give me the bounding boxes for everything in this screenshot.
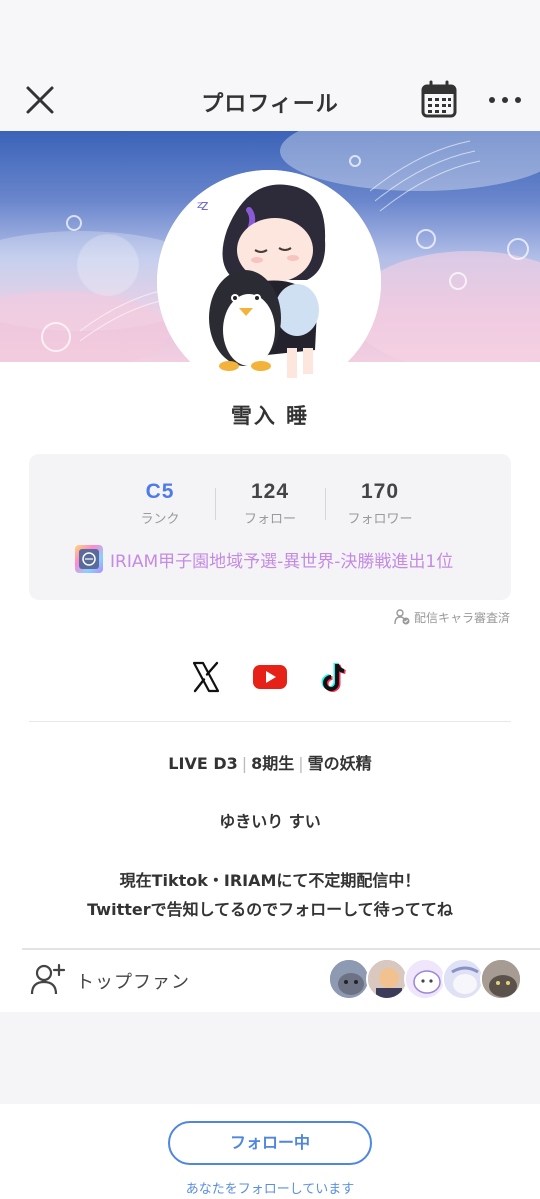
followers-label: フォロワー	[347, 512, 413, 527]
award-text: IRIAM甲子園地域予選-異世界-決勝戦進出1位	[110, 551, 454, 572]
youtube-icon[interactable]	[248, 655, 292, 699]
bio-tag: 8期生	[251, 754, 295, 773]
avatar[interactable]: ᶻ z	[157, 170, 381, 394]
calendar-icon[interactable]	[420, 80, 458, 120]
top-fans-row[interactable]: トップファン	[0, 950, 540, 1012]
profile-name: 雪入 睡	[230, 404, 310, 428]
rank-value: C5	[145, 480, 175, 503]
social-links	[0, 655, 540, 699]
add-user-icon	[30, 963, 66, 995]
fan-avatar[interactable]	[480, 958, 522, 1000]
svg-text:z: z	[201, 198, 208, 214]
section-divider	[29, 721, 511, 722]
verified-text: 配信キャラ審査済	[413, 610, 510, 625]
tag-separator: |	[298, 754, 304, 773]
rank-label: ランク	[140, 512, 180, 527]
bio-line: ゆきいり すい	[219, 812, 321, 831]
top-bar: プロフィール	[0, 0, 540, 131]
bio-line: Twitterで告知してるのでフォローして待っててね	[87, 900, 453, 919]
x-icon[interactable]	[184, 655, 228, 699]
bio-tags: LIVE D3 | 8期生 | 雪の妖精	[0, 750, 540, 774]
top-fans-label: トップファン	[76, 972, 190, 993]
bottom-bar: フォロー中 あなたをフォローしています	[0, 1104, 540, 1199]
award-badge-icon	[75, 545, 103, 573]
verified-icon	[394, 609, 410, 625]
bio-tag: LIVE D3	[168, 754, 238, 773]
fan-avatar[interactable]	[442, 958, 484, 1000]
more-icon[interactable]	[486, 90, 524, 110]
following-value: 124	[250, 480, 290, 503]
followers-stat[interactable]: 170 フォロワー	[325, 480, 435, 527]
fan-avatar[interactable]	[404, 958, 446, 1000]
followers-value: 170	[360, 480, 400, 503]
page-title: プロフィール	[201, 92, 339, 117]
tiktok-icon[interactable]	[312, 655, 356, 699]
following-stat[interactable]: 124 フォロー	[215, 480, 325, 527]
follows-you-note: あなたをフォローしています	[185, 1182, 355, 1197]
fan-avatar[interactable]	[366, 958, 408, 1000]
bio-tag: 雪の妖精	[307, 754, 372, 773]
stats-box: C5 ランク 124 フォロー 170 フォロワー IRIAM甲子園地域予選-異…	[29, 454, 511, 600]
award-badge[interactable]: IRIAM甲子園地域予選-異世界-決勝戦進出1位	[74, 544, 453, 574]
verified-badge: 配信キャラ審査済	[394, 608, 510, 626]
following-button[interactable]: フォロー中	[168, 1121, 372, 1165]
bio-line: 現在Tiktok・IRIAMにて不定期配信中！	[119, 871, 421, 890]
tag-separator: |	[241, 754, 248, 773]
following-label: フォロー	[243, 512, 296, 527]
fan-avatar[interactable]	[328, 958, 370, 1000]
rank-stat[interactable]: C5 ランク	[105, 480, 215, 527]
